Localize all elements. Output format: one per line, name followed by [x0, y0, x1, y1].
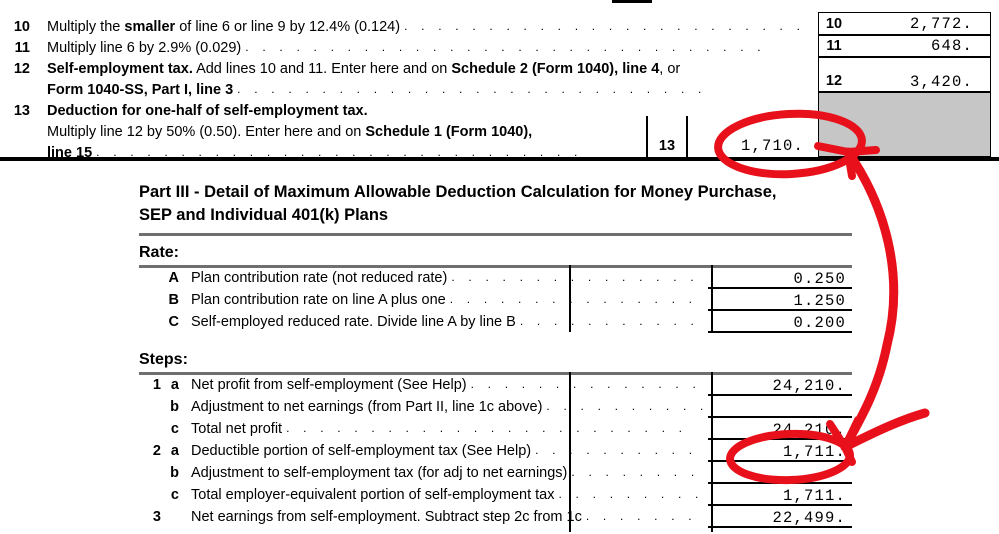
steps-row-2a-value[interactable]: 1,711.: [708, 441, 852, 462]
steps-row-2a: 2 a Deductible portion of self-employmen…: [139, 440, 852, 462]
amount-label-10: 10: [819, 13, 849, 34]
steps-row-1c: c Total net profit . . . . . . . . . . .…: [139, 418, 852, 440]
part-3-title-rule: [139, 233, 852, 236]
line-13-heading: Deduction for one-half of self-employmen…: [47, 103, 368, 119]
line-number-11: 11: [14, 40, 30, 56]
steps-row-1a: 1 a Net profit from self-employment (See…: [139, 374, 852, 396]
rate-row-c-value[interactable]: 0.200: [708, 312, 852, 333]
line-number-13: 13: [13, 103, 30, 119]
form-line-13: 13 Deduction for one-half of self-employ…: [0, 104, 368, 119]
steps-row-2a-sub: a: [170, 442, 179, 459]
steps-row-3-leader: . . . . . . . . . . . . . . . . . . . . …: [585, 509, 705, 522]
steps-row-1b-sub: b: [170, 398, 179, 415]
steps-row-2b: b Adjustment to self-employment tax (for…: [139, 462, 852, 484]
rate-row-a: A Plan contribution rate (not reduced ra…: [139, 267, 852, 289]
part-3-worksheet: Part III - Detail of Maximum Allowable D…: [0, 161, 999, 534]
line-13-divider-left: [646, 116, 648, 158]
steps-row-2a-description: Deductible portion of self-employment ta…: [191, 442, 532, 459]
steps-row-1a-sub: a: [170, 376, 179, 393]
steps-row-1b-leader: . . . . . . . . . . . . . . . . . . . . …: [546, 399, 705, 412]
steps-row-2b-leader: . . . . . . . . . . . . . . . . . . . . …: [571, 465, 705, 478]
steps-row-2a-num: 2: [152, 442, 161, 459]
steps-row-2c-leader: . . . . . . . . . . . . . . . . . . . . …: [558, 487, 705, 500]
line-12-description: Self-employment tax. Add lines 10 and 11…: [47, 61, 681, 77]
rate-row-a-description: Plan contribution rate (not reduced rate…: [191, 269, 448, 286]
steps-row-2c-description: Total employer-equivalent portion of sel…: [191, 486, 555, 503]
part-3-title: Part III - Detail of Maximum Allowable D…: [139, 181, 879, 227]
steps-row-1c-value[interactable]: 24,210.: [708, 419, 852, 440]
amount-value-11[interactable]: 648.: [852, 37, 982, 55]
line-11-description: Multiply line 6 by 2.9% (0.029): [47, 40, 242, 56]
steps-row-2b-value[interactable]: [708, 463, 852, 484]
amount-label-12: 12: [819, 71, 849, 91]
line-13-box-label: 13: [658, 138, 676, 154]
line-10-description: Multiply the smaller of line 6 or line 9…: [47, 19, 401, 35]
leader-dots-10: . . . . . . . . . . . . . . . . . . . . …: [404, 20, 803, 32]
rate-row-a-value[interactable]: 0.250: [708, 268, 852, 289]
rate-row-b-description: Plan contribution rate on line A plus on…: [191, 291, 446, 308]
form-line-10: 10 Multiply the smaller of line 6 or lin…: [0, 20, 805, 35]
amount-grid-top-edge: [818, 0, 991, 1]
form-line-12-cont: Form 1040-SS, Part I, line 3 . . . . . .…: [0, 83, 735, 98]
line-13-description: Multiply line 12 by 50% (0.50). Enter he…: [47, 124, 533, 140]
steps-row-3-num: 3: [152, 508, 161, 525]
rate-row-b: B Plan contribution rate on line A plus …: [139, 289, 852, 311]
form-line-11: 11 Multiply line 6 by 2.9% (0.029) . . .…: [0, 41, 778, 56]
steps-row-1c-leader: . . . . . . . . . . . . . . . . . . . . …: [286, 421, 688, 434]
page-edge-fragment: [612, 0, 652, 3]
steps-heading: Steps:: [139, 351, 188, 368]
steps-row-1b-value[interactable]: [708, 397, 852, 418]
rate-row-a-label: A: [168, 269, 179, 286]
line-13-divider-right: [686, 116, 688, 158]
rate-row-c: C Self-employed reduced rate. Divide lin…: [139, 311, 852, 333]
form-line-13-sub1: Multiply line 12 by 50% (0.50). Enter he…: [0, 125, 532, 140]
line-13-value[interactable]: 1,710.: [690, 137, 812, 155]
rate-row-b-value[interactable]: 1.250: [708, 290, 852, 311]
steps-row-2a-leader: . . . . . . . . . . . . . . . . . . . . …: [535, 443, 705, 456]
rate-row-a-leader: . . . . . . . . . . . . . . . . . . . . …: [451, 270, 705, 283]
steps-row-2c: c Total employer-equivalent portion of s…: [139, 484, 852, 506]
form-line-12: 12 Self-employment tax. Add lines 10 and…: [0, 62, 680, 77]
steps-row-2b-description: Adjustment to self-employment tax (for a…: [191, 464, 568, 481]
steps-row-3-value[interactable]: 22,499.: [708, 507, 852, 528]
steps-row-1c-description: Total net profit: [191, 420, 283, 437]
amount-value-10[interactable]: 2,772.: [852, 15, 982, 33]
steps-row-2c-value[interactable]: 1,711.: [708, 485, 852, 506]
part-3-title-line1: Part III - Detail of Maximum Allowable D…: [139, 183, 777, 201]
steps-row-2c-sub: c: [170, 486, 179, 503]
leader-dots-12: . . . . . . . . . . . . . . . . . . . . …: [237, 83, 707, 95]
line-number-10: 10: [13, 19, 30, 35]
steps-row-2b-sub: b: [170, 464, 179, 481]
amount-label-11: 11: [819, 36, 849, 56]
steps-row-1a-leader: . . . . . . . . . . . . . . . . . . . . …: [470, 377, 705, 390]
rate-row-c-description: Self-employed reduced rate. Divide line …: [191, 313, 516, 330]
steps-row-1a-value[interactable]: 24,210.: [708, 375, 852, 396]
steps-row-1c-sub: c: [170, 420, 179, 437]
steps-row-3: 3 Net earnings from self-employment. Sub…: [139, 506, 852, 528]
rate-row-b-leader: . . . . . . . . . . . . . . . . . . . . …: [449, 292, 705, 305]
part-3-title-line2: SEP and Individual 401(k) Plans: [139, 206, 389, 224]
steps-row-1a-description: Net profit from self-employment (See Hel…: [191, 376, 467, 393]
steps-row-1b-description: Adjustment to net earnings (from Part II…: [191, 398, 543, 415]
schedule-se-lines-section: 10 Multiply the smaller of line 6 or lin…: [0, 0, 999, 161]
rate-row-c-label: C: [168, 313, 179, 330]
rate-heading: Rate:: [139, 244, 180, 261]
steps-row-3-description: Net earnings from self-employment. Subtr…: [191, 508, 582, 525]
rate-row-c-leader: . . . . . . . . . . . . . . . . . . . . …: [519, 314, 705, 327]
steps-row-1b: b Adjustment to net earnings (from Part …: [139, 396, 852, 418]
rate-row-b-label: B: [168, 291, 179, 308]
amount-value-12[interactable]: 3,420.: [852, 73, 982, 91]
leader-dots-11: . . . . . . . . . . . . . . . . . . . . …: [245, 41, 776, 53]
steps-row-1a-num: 1: [152, 376, 161, 393]
amount-cell-13-shaded: [818, 92, 991, 157]
line-number-12: 12: [13, 61, 30, 77]
line-12-description-cont: Form 1040-SS, Part I, line 3: [47, 82, 234, 98]
